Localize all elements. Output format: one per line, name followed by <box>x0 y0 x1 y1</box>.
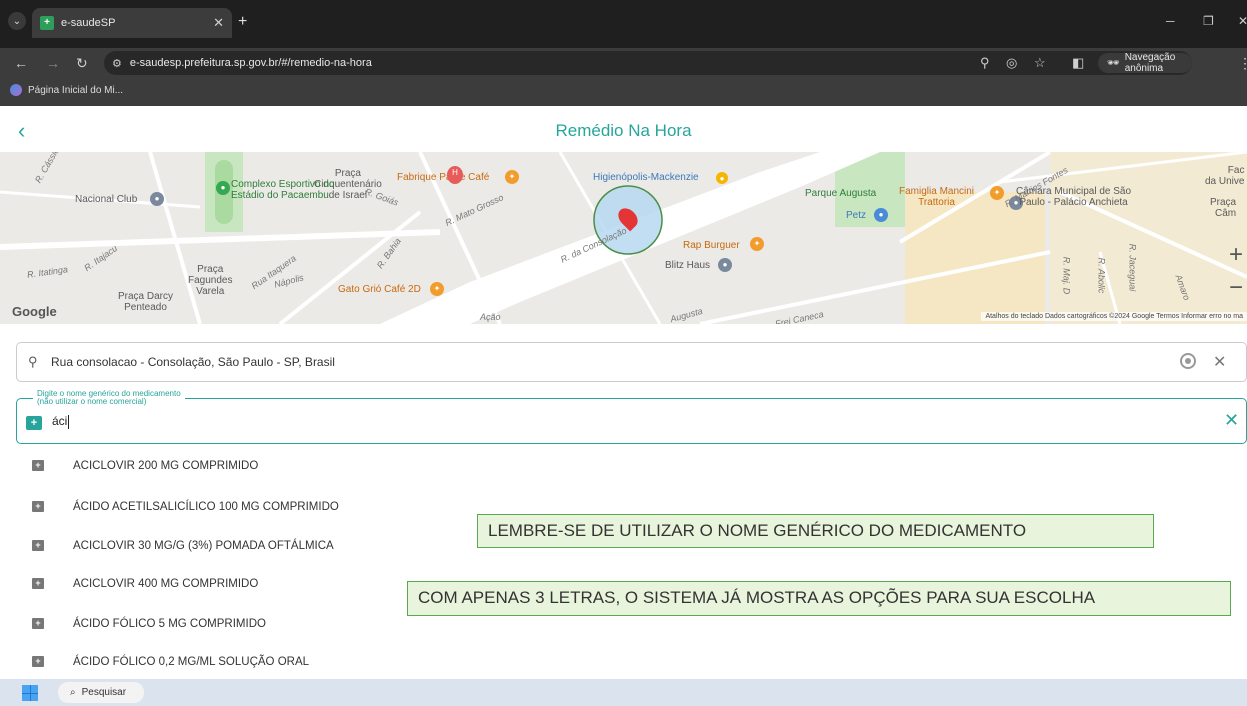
suggestion-label: ACICLOVIR 30 MG/G (3%) POMADA OFTÁLMICA <box>73 540 334 552</box>
bookmarks-bar: Página Inicial do Mi... <box>0 78 1247 106</box>
incognito-icon: 🕶 <box>1107 57 1120 69</box>
browser-toolbar: ← → ↻ ⚙ e-saudesp.prefeitura.sp.gov.br/#… <box>0 48 1247 78</box>
google-logo: Google <box>12 304 57 319</box>
place-icon: ● <box>718 258 732 272</box>
omnibox[interactable]: ⚙ e-saudesp.prefeitura.sp.gov.br/#/remed… <box>104 51 1192 75</box>
street-label: R. Jaceguai <box>1127 243 1138 292</box>
map-label: Fac da Unive <box>1205 165 1245 187</box>
hint-three-letters: COM APENAS 3 LETRAS, O SISTEMA JÁ MOSTRA… <box>407 581 1231 616</box>
taskbar-search-label: Pesquisar <box>81 687 127 698</box>
site-favicon-icon: + <box>40 16 54 30</box>
street-label: R. Maj. D <box>1061 256 1072 295</box>
medication-search-field[interactable]: Digite o nome genérico do medicamento (n… <box>16 390 1247 444</box>
map-label: Petz <box>846 210 867 221</box>
bookmark-icon <box>10 84 22 96</box>
search-icon: ⌕ <box>70 687 76 698</box>
site-info-icon[interactable]: ⚙ <box>112 57 122 70</box>
medication-search-input[interactable]: áci <box>52 414 70 429</box>
tab-title: e-saudeSP <box>61 17 116 29</box>
suggestion-label: ÁCIDO FÓLICO 5 MG COMPRIMIDO <box>73 618 266 630</box>
map-label: Fabrique Pão e Café <box>397 172 490 183</box>
suggestion-label: ÁCIDO ACETILSALICÍLICO 100 MG COMPRIMIDO <box>73 501 339 513</box>
minimize-icon[interactable]: ─ <box>1166 14 1175 28</box>
back-nav-icon[interactable]: ← <box>14 55 28 71</box>
suggestion-label: ÁCIDO FÓLICO 0,2 MG/ML SOLUÇÃO ORAL <box>73 656 310 668</box>
clear-address-icon[interactable]: ✕ <box>1213 352 1226 372</box>
medication-field-label: Digite o nome genérico do medicamento (n… <box>33 390 185 406</box>
map-label: Parque Augusta <box>805 188 877 199</box>
browser-tab-bar: ⌄ + e-saudeSP ✕ + ─ ❐ ✕ <box>0 0 1247 48</box>
browser-tab[interactable]: + e-saudeSP ✕ <box>32 8 232 38</box>
tab-close-icon[interactable]: ✕ <box>213 15 224 31</box>
medicine-kit-icon: + <box>26 416 42 430</box>
map-label: Rap Burguer <box>683 240 740 251</box>
restaurant-icon: ✦ <box>990 186 1004 200</box>
street-label: Ação <box>480 312 501 322</box>
medicine-kit-icon: + <box>32 460 44 471</box>
bookmark-label: Página Inicial do Mi... <box>28 84 124 96</box>
windows-start-icon[interactable] <box>22 685 38 701</box>
bookmark-item[interactable]: Página Inicial do Mi... <box>10 84 123 96</box>
street-label: R. Abolic <box>1096 257 1107 294</box>
map-label: Gato Grió Café 2D <box>338 284 421 295</box>
map-label: Nacional Club <box>75 194 138 205</box>
restaurant-icon: ✦ <box>505 170 519 184</box>
map-label: Praça Darcy Penteado <box>118 291 174 313</box>
map-label: Famiglia Mancini Trattoria <box>899 186 975 208</box>
map-label: Praça Fagundes Varela <box>188 264 233 297</box>
transit-icon: ● <box>716 172 728 184</box>
medicine-kit-icon: + <box>32 618 44 629</box>
place-icon: ● <box>150 192 164 206</box>
page-title: Remédio Na Hora <box>555 121 692 140</box>
reload-icon[interactable]: ↻ <box>76 55 88 72</box>
suggestion-label: ACICLOVIR 200 MG COMPRIMIDO <box>73 460 259 472</box>
clear-medication-icon[interactable]: ✕ <box>1224 410 1239 431</box>
hint-generic-name: LEMBRE-SE DE UTILIZAR O NOME GENÉRICO DO… <box>477 514 1154 548</box>
map-label: Higienópolis-Mackenzie <box>593 172 699 183</box>
close-window-icon[interactable]: ✕ <box>1238 14 1247 28</box>
suggestion-item[interactable]: + ACICLOVIR 200 MG COMPRIMIDO <box>16 448 616 484</box>
bookmark-star-icon[interactable]: ☆ <box>1034 55 1046 71</box>
incognito-label: Navegação anônima <box>1124 52 1176 74</box>
zoom-in-button[interactable]: + <box>1225 240 1247 270</box>
medicine-kit-icon: + <box>32 540 44 551</box>
map-label: Blitz Haus <box>665 260 711 271</box>
cafe-icon: ✦ <box>430 282 444 296</box>
address-value: Rua consolacao - Consolação, São Paulo -… <box>51 355 335 369</box>
shop-icon: ● <box>874 208 888 222</box>
forward-nav-icon[interactable]: → <box>46 55 60 71</box>
app-header: ‹ Remédio Na Hora ⋮ <box>0 108 1247 152</box>
map-view[interactable]: Praça Cinquentenário de Israel Fabrique … <box>0 152 1247 324</box>
park-icon: ● <box>216 181 230 195</box>
incognito-badge[interactable]: 🕶 Navegação anônima <box>1098 52 1192 74</box>
restaurant-icon: ✦ <box>750 237 764 251</box>
location-pin-icon: ⚲ <box>28 354 38 369</box>
tab-search-icon[interactable]: ⌄ <box>8 12 26 30</box>
address-field[interactable]: ⚲ Rua consolacao - Consolação, São Paulo… <box>16 342 1247 382</box>
hospital-icon: H <box>447 166 463 184</box>
windows-taskbar: ⌕ Pesquisar <box>0 679 1247 706</box>
medicine-kit-icon: + <box>32 501 44 512</box>
new-tab-icon[interactable]: + <box>238 13 247 31</box>
taskbar-search[interactable]: ⌕ Pesquisar <box>58 682 144 703</box>
suggestion-item[interactable]: + ÁCIDO FÓLICO 0,2 MG/ML SOLUÇÃO ORAL <box>16 644 616 680</box>
more-options-icon[interactable]: ⋮ <box>1240 120 1247 140</box>
restore-icon[interactable]: ❐ <box>1203 14 1214 28</box>
browser-menu-icon[interactable]: ⋮ <box>1238 55 1247 72</box>
zoom-out-button[interactable]: − <box>1225 273 1247 303</box>
my-location-icon[interactable] <box>1180 353 1196 369</box>
url-text: e-saudesp.prefeitura.sp.gov.br/#/remedio… <box>129 57 372 69</box>
map-label: Complexo Esportivo do Estádio do Pacaemb… <box>231 179 335 201</box>
medicine-kit-icon: + <box>32 578 44 589</box>
location-icon[interactable]: ⚲ <box>980 55 990 71</box>
map-attribution[interactable]: Atalhos do teclado Dados cartográficos ©… <box>981 312 1247 321</box>
sidepanel-icon[interactable]: ◧ <box>1072 55 1084 71</box>
tracking-icon[interactable]: ◎ <box>1006 55 1017 71</box>
map-label: Praça Câm <box>1210 197 1237 219</box>
suggestion-label: ACICLOVIR 400 MG COMPRIMIDO <box>73 578 259 590</box>
medicine-kit-icon: + <box>32 656 44 667</box>
